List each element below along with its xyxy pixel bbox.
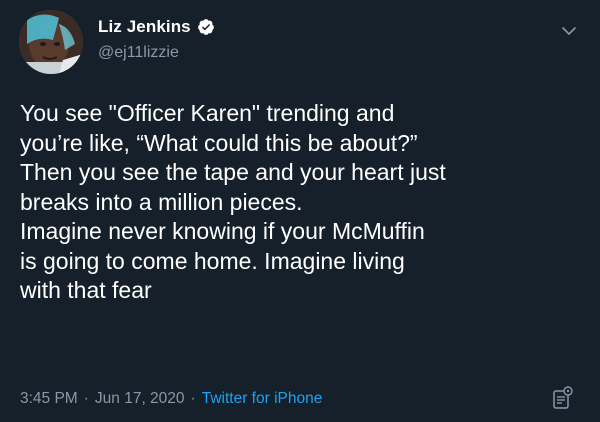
tweet-text-line: you’re like, “What could this be about?” <box>20 129 418 156</box>
author-name[interactable]: Liz Jenkins <box>98 17 191 37</box>
meta-separator: · <box>190 390 196 407</box>
verified-badge-icon <box>197 18 215 36</box>
author-handle[interactable]: @ej11lizzie <box>98 44 179 62</box>
tweet-date[interactable]: Jun 17, 2020 <box>95 390 185 408</box>
tweet-text-line: with that fear <box>20 277 152 303</box>
tweet-meta: 3:45 PM · Jun 17, 2020 · Twitter for iPh… <box>20 390 322 408</box>
meta-separator: · <box>83 390 89 407</box>
tweet-text-line: Then you see the tape and your heart jus… <box>20 159 446 185</box>
avatar-image <box>19 10 83 74</box>
tweet-text: You see "Officer Karen" trending and you… <box>20 99 580 306</box>
avatar[interactable] <box>19 10 83 74</box>
tweet-text-line: is going to come home. Imagine living <box>20 247 405 274</box>
tweet-text-line: Imagine never knowing if your McMuffin <box>20 218 425 244</box>
tweet-card: Liz Jenkins @ej11lizzie You see "Officer… <box>0 0 600 422</box>
author-row: Liz Jenkins <box>98 17 215 37</box>
tweet-source-link[interactable]: Twitter for iPhone <box>202 390 323 408</box>
tweet-text-line: breaks into a million pieces. <box>20 188 303 215</box>
tweet-time[interactable]: 3:45 PM <box>20 390 78 408</box>
chevron-down-icon[interactable] <box>560 22 578 40</box>
analytics-icon[interactable] <box>552 385 574 411</box>
tweet-text-line: You see "Officer Karen" trending and <box>20 100 395 126</box>
